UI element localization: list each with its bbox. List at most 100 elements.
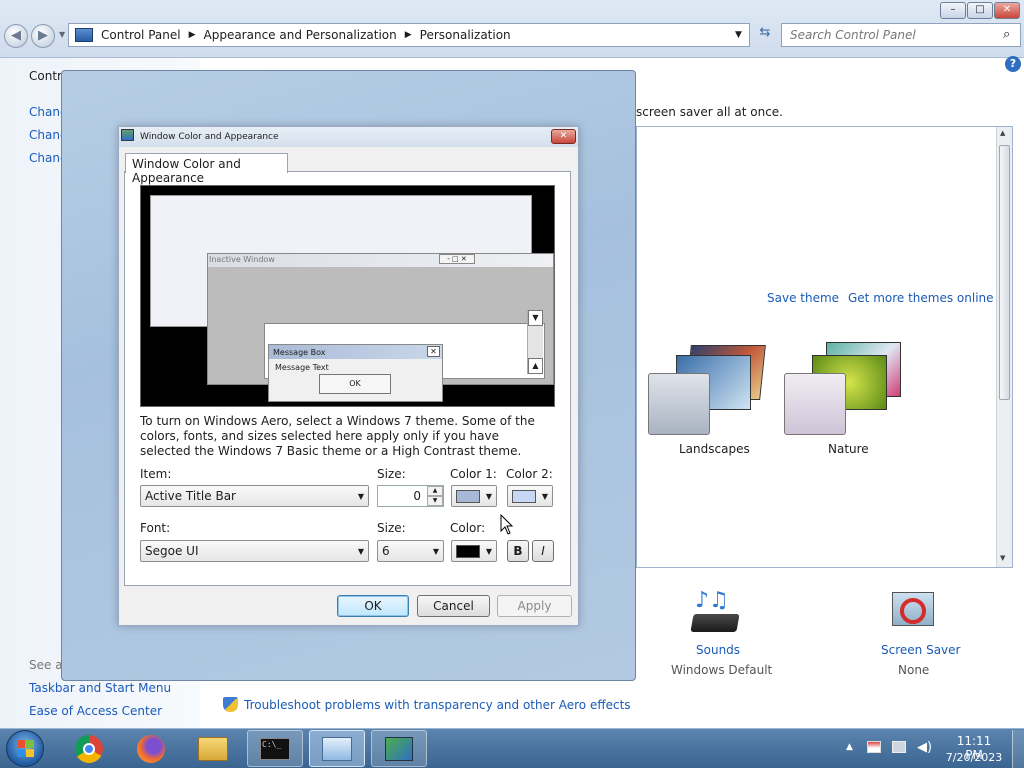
- header-text: screen saver all at once.: [636, 105, 783, 119]
- aero-description: To turn on Windows Aero, select a Window…: [140, 414, 535, 458]
- taskbar-personalization[interactable]: [371, 730, 427, 767]
- cancel-button[interactable]: Cancel: [417, 595, 490, 617]
- bold-button[interactable]: B: [507, 540, 529, 562]
- taskbar-start-menu-link[interactable]: Taskbar and Start Menu: [29, 681, 171, 695]
- firefox-icon: [137, 734, 165, 763]
- cmd-icon: C:\_: [260, 737, 290, 760]
- minimize-button[interactable]: –: [940, 2, 966, 19]
- address-dropdown-icon[interactable]: ▼: [735, 30, 742, 40]
- chevron-down-icon: ▼: [485, 546, 492, 556]
- dialog-close-button[interactable]: ✕: [551, 129, 576, 144]
- action-center-icon[interactable]: [867, 741, 881, 753]
- chevron-down-icon: ▼: [357, 491, 364, 501]
- get-more-themes-link[interactable]: Get more themes online: [848, 291, 994, 305]
- font-color-swatch: [456, 544, 480, 558]
- breadcrumb-appearance[interactable]: Appearance and Personalization: [204, 28, 397, 42]
- volume-icon[interactable]: ◀): [917, 740, 932, 755]
- preview-message-text: Message Text: [275, 363, 329, 372]
- sounds-icon[interactable]: ♪♫: [690, 588, 740, 636]
- help-icon[interactable]: ?: [1005, 56, 1021, 72]
- dialog-app-icon: [121, 129, 134, 141]
- font-color-picker[interactable]: ▼: [451, 540, 497, 562]
- preview-message-box-close-icon: ✕: [427, 346, 440, 357]
- show-desktop-button[interactable]: [1012, 730, 1024, 768]
- screen-saver-value: None: [898, 663, 930, 677]
- start-button[interactable]: [6, 730, 44, 767]
- back-button[interactable]: ◀: [4, 24, 28, 48]
- item-label: Item:: [140, 467, 172, 481]
- color2-label: Color 2:: [506, 467, 553, 481]
- font-size-value: 6: [382, 544, 390, 558]
- taskbar-firefox[interactable]: [123, 730, 179, 767]
- font-color-label: Color:: [450, 521, 486, 535]
- color2-picker[interactable]: ▼: [507, 485, 553, 507]
- color1-swatch: [456, 489, 480, 503]
- taskbar-explorer[interactable]: [185, 730, 241, 767]
- screen-saver-icon[interactable]: [888, 588, 938, 636]
- chevron-down-icon: ▼: [541, 491, 548, 501]
- font-select[interactable]: Segoe UI ▼: [140, 540, 369, 562]
- size-label: Size:: [377, 467, 406, 481]
- dialog-title: Window Color and Appearance: [140, 132, 279, 142]
- theme-nature-label: Nature: [828, 442, 869, 456]
- show-hidden-icons-icon[interactable]: ▲: [846, 742, 853, 752]
- breadcrumb-separator-icon[interactable]: ▶: [405, 30, 412, 40]
- item-value: Active Title Bar: [145, 489, 236, 503]
- taskbar-cmd[interactable]: C:\_: [247, 730, 303, 767]
- mouse-cursor-icon: [500, 514, 514, 535]
- size-down-arrow-icon[interactable]: ▼: [427, 496, 443, 506]
- item-select[interactable]: Active Title Bar ▼: [140, 485, 369, 507]
- italic-button[interactable]: I: [532, 540, 554, 562]
- chevron-down-icon: ▼: [485, 491, 492, 501]
- taskbar-chrome[interactable]: [61, 730, 117, 767]
- preview-ok-button: OK: [319, 374, 391, 394]
- font-label: Font:: [140, 521, 171, 535]
- preview-inactive-title: Inactive Window: [209, 255, 275, 264]
- breadcrumb-separator-icon[interactable]: ▶: [189, 30, 196, 40]
- screen-saver-label[interactable]: Screen Saver: [881, 643, 960, 657]
- size-value: 0: [413, 489, 421, 503]
- recent-pages-chevron-icon[interactable]: ▼: [59, 30, 65, 39]
- windows-logo-icon: [16, 740, 34, 757]
- sounds-label[interactable]: Sounds: [696, 643, 740, 657]
- refresh-icon[interactable]: ⇆: [754, 25, 776, 47]
- font-value: Segoe UI: [145, 544, 199, 558]
- sounds-value: Windows Default: [671, 663, 773, 677]
- control-panel-icon: [75, 28, 93, 42]
- color1-label: Color 1:: [450, 467, 497, 481]
- personalization-icon: [385, 736, 413, 761]
- address-bar[interactable]: Control Panel ▶ Appearance and Personali…: [68, 23, 750, 47]
- chevron-down-icon: ▼: [357, 546, 364, 556]
- forward-button[interactable]: ▶: [31, 24, 55, 48]
- ease-of-access-link[interactable]: Ease of Access Center: [29, 704, 162, 718]
- breadcrumb-personalization[interactable]: Personalization: [420, 28, 511, 42]
- theme-landscapes-label: Landscapes: [679, 442, 750, 456]
- chrome-icon: [75, 734, 103, 763]
- network-icon[interactable]: [892, 741, 906, 753]
- close-button[interactable]: ✕: [994, 2, 1020, 19]
- control-panel-icon: [322, 736, 352, 761]
- font-size-label: Size:: [377, 521, 406, 535]
- chevron-down-icon: ▼: [432, 546, 439, 556]
- size-up-arrow-icon[interactable]: ▲: [427, 486, 443, 496]
- theme-landscapes[interactable]: [648, 340, 768, 435]
- save-theme-link[interactable]: Save theme: [767, 291, 839, 305]
- folder-icon: [198, 736, 228, 761]
- ok-button[interactable]: OK: [337, 595, 409, 617]
- font-size-select[interactable]: 6 ▼: [377, 540, 444, 562]
- maximize-button[interactable]: □: [967, 2, 993, 19]
- color2-swatch: [512, 489, 536, 503]
- search-icon[interactable]: ⌕: [1003, 27, 1010, 42]
- color1-picker[interactable]: ▼: [451, 485, 497, 507]
- theme-nature[interactable]: [784, 340, 904, 435]
- apply-button[interactable]: Apply: [497, 595, 572, 617]
- shield-icon: [223, 697, 238, 712]
- tab-window-color[interactable]: Window Color and Appearance: [125, 153, 288, 185]
- taskbar-control-panel[interactable]: [309, 730, 365, 767]
- preview-scrollbar: ▼ ▲: [527, 310, 543, 374]
- search-input[interactable]: Search Control Panel: [781, 23, 1021, 47]
- theme-list-scrollbar[interactable]: ▲ ▼: [996, 127, 1012, 567]
- clock-date[interactable]: 7/20/2023: [943, 751, 1005, 764]
- troubleshoot-link[interactable]: Troubleshoot problems with transparency …: [244, 698, 631, 712]
- breadcrumb-control-panel[interactable]: Control Panel: [101, 28, 181, 42]
